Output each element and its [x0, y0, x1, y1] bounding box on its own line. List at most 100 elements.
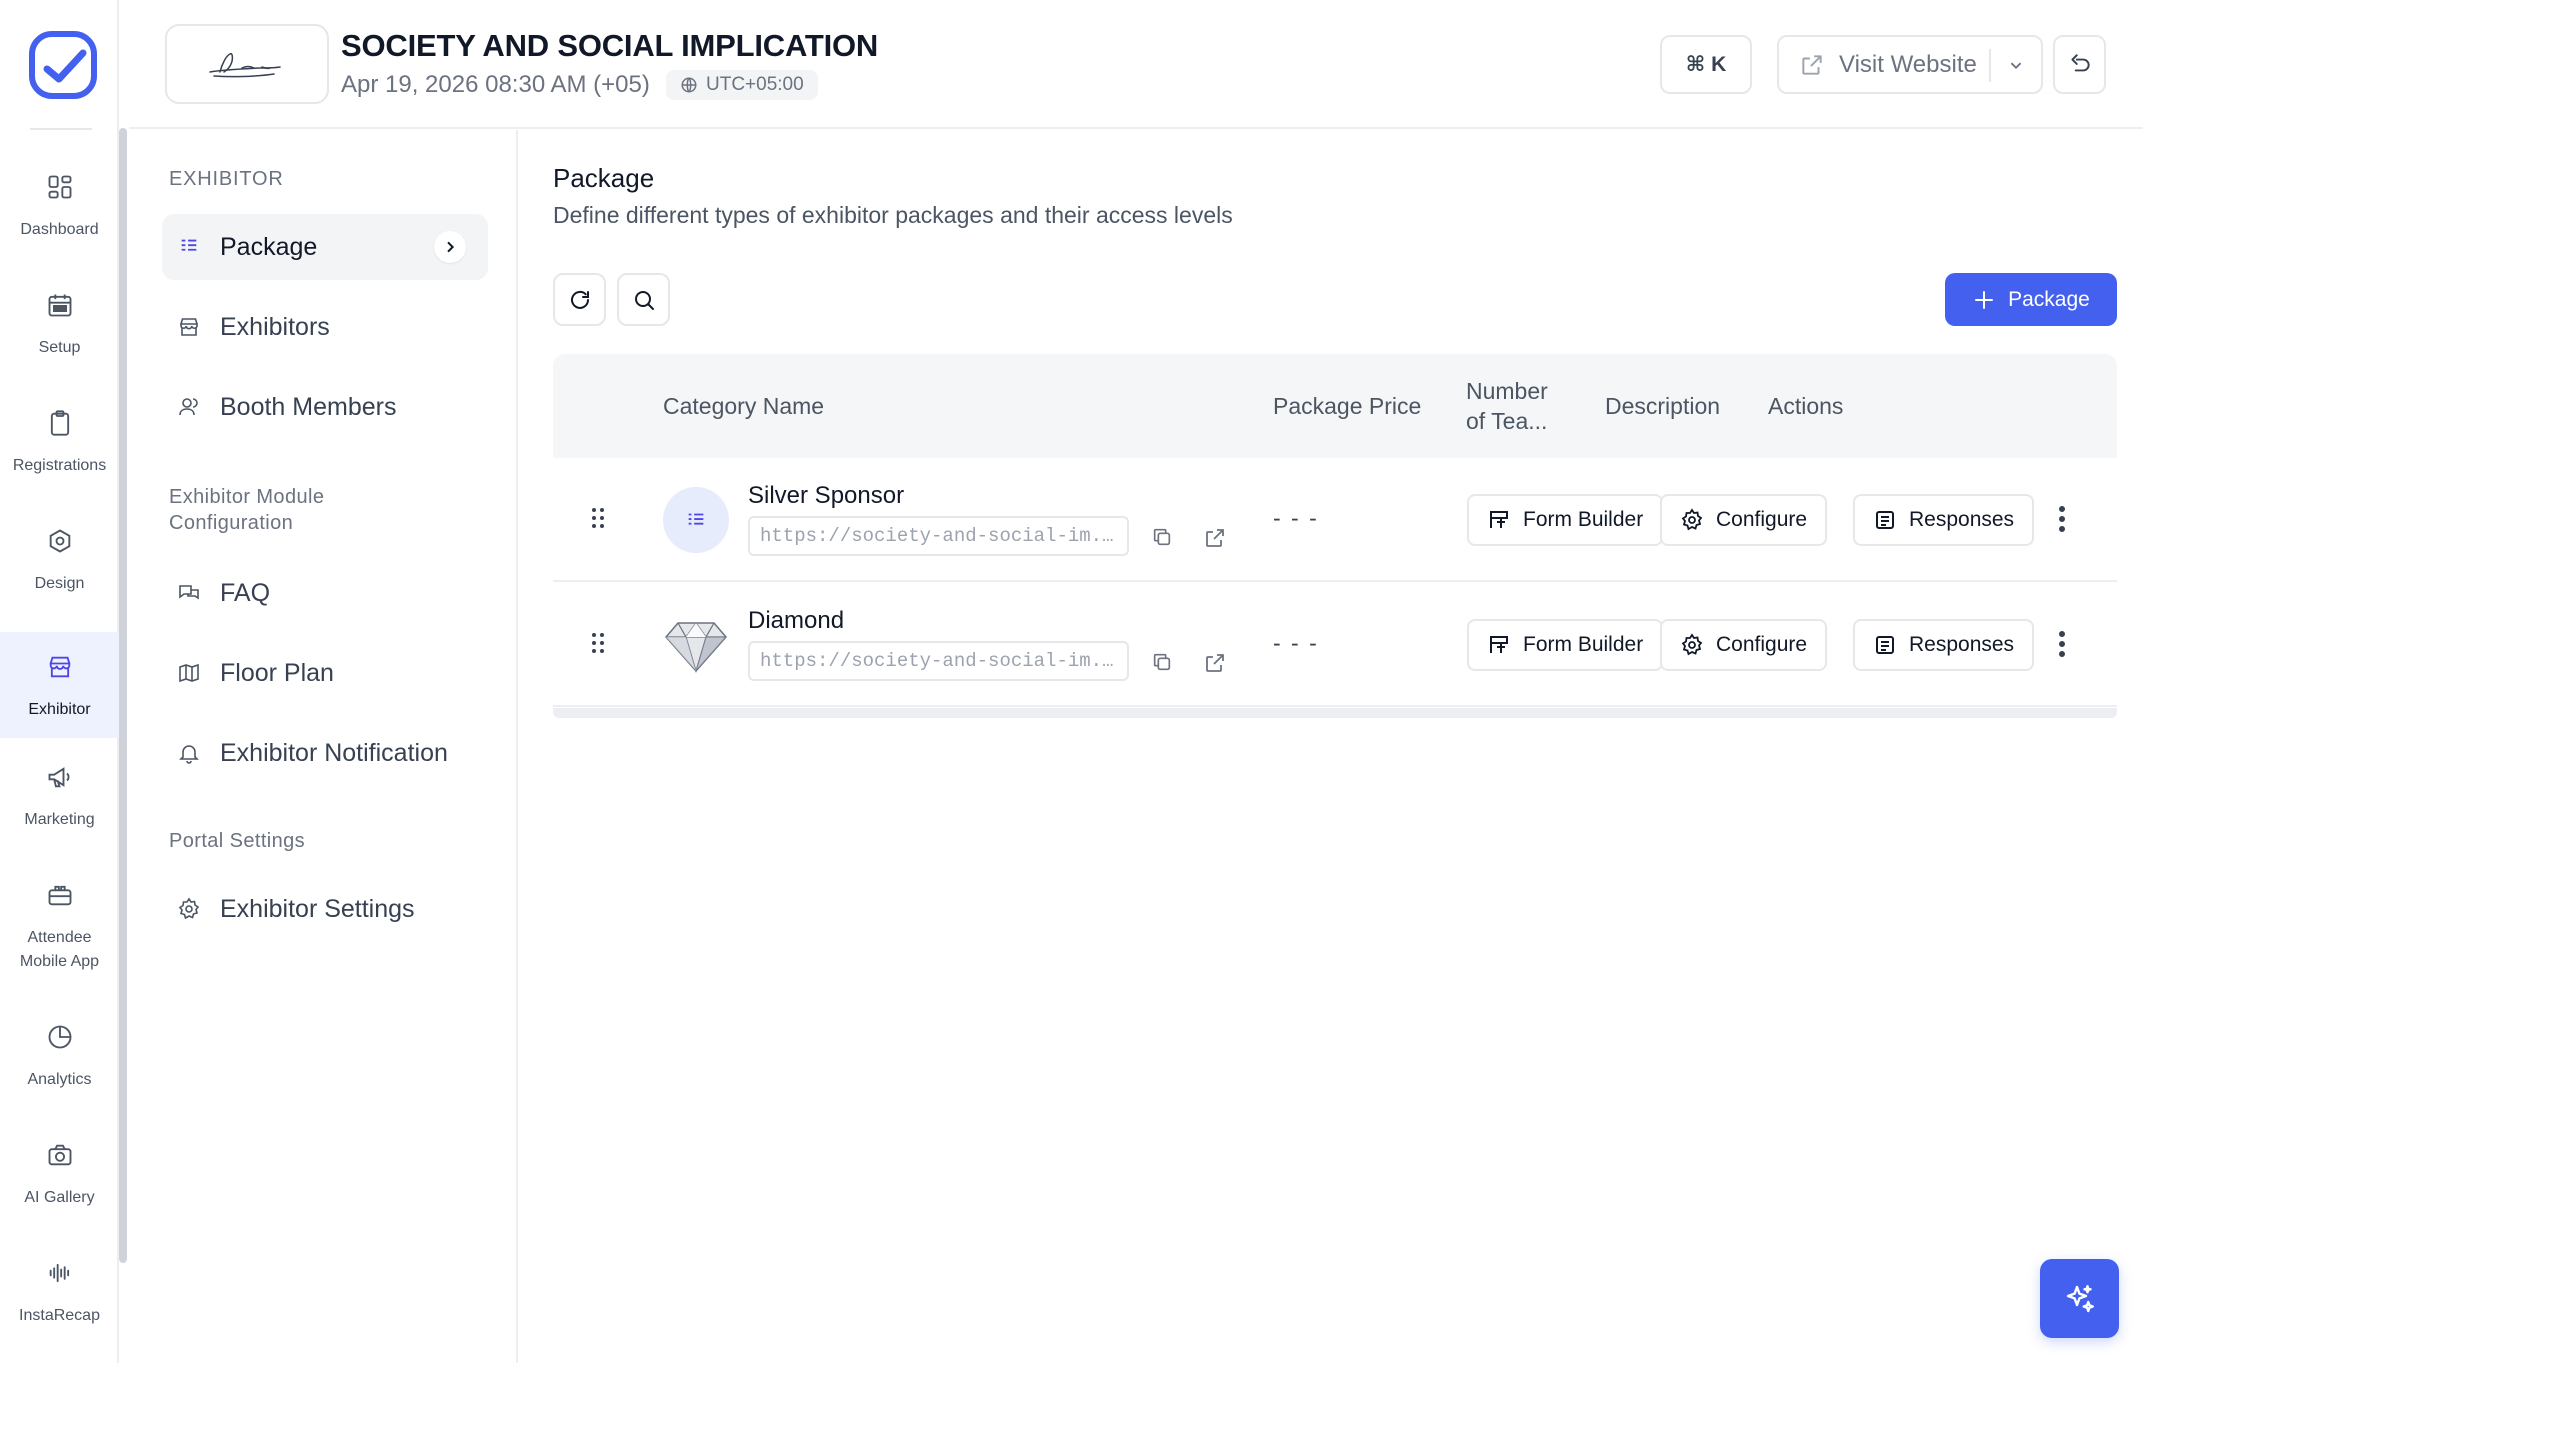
top-header: SOCIETY AND SOCIAL IMPLICATION Apr 19, 2…	[129, 0, 2143, 129]
rail-label: Setup	[38, 339, 81, 356]
package-price: - - -	[1273, 630, 1319, 656]
timezone-label: UTC+05:00	[706, 74, 804, 95]
list-icon	[174, 232, 204, 262]
subnav-item-exhibitors[interactable]: Exhibitors	[162, 294, 488, 360]
form-builder-label: Form Builder	[1523, 633, 1644, 656]
diamond-icon	[664, 617, 728, 673]
table-horizontal-scrollbar[interactable]	[553, 708, 2117, 718]
event-datetime: Apr 19, 2026 08:30 AM (+05)	[341, 71, 650, 98]
section-heading-exhibitor: EXHIBITOR	[169, 168, 284, 190]
rail-item-instarecap[interactable]: InstaRecap	[0, 1256, 119, 1328]
package-url-field[interactable]: https://society-and-social-im...	[748, 641, 1129, 681]
page-subtitle: Define different types of exhibitor pack…	[553, 202, 1233, 228]
rail-label: InstaRecap	[19, 1307, 100, 1324]
rail-item-ai-gallery[interactable]: AI Gallery	[0, 1138, 119, 1210]
copy-icon[interactable]	[1151, 651, 1173, 673]
app-logo[interactable]	[29, 31, 97, 99]
event-logo-thumbnail[interactable]	[165, 24, 329, 104]
subnav-label: Package	[220, 232, 318, 261]
header-description[interactable]: Description	[1605, 391, 1720, 421]
ai-assistant-button[interactable]	[2040, 1259, 2119, 1338]
rail-item-registrations[interactable]: Registrations	[0, 406, 119, 478]
subnav-label: FAQ	[220, 578, 271, 607]
subnav-item-exhibitor-settings[interactable]: Exhibitor Settings	[162, 876, 488, 942]
table-row: Diamond https://society-and-social-im...…	[553, 583, 2117, 707]
rail-item-marketing[interactable]: Marketing	[0, 760, 119, 832]
chevron-right-icon	[434, 231, 466, 263]
form-builder-button[interactable]: Form Builder	[1467, 494, 1664, 546]
form-builder-button[interactable]: Form Builder	[1467, 619, 1664, 671]
store-icon	[174, 312, 204, 342]
rail-item-analytics[interactable]: Analytics	[0, 1020, 119, 1092]
visit-website-label: Visit Website	[1839, 50, 1977, 78]
add-package-label: Package	[2008, 287, 2090, 311]
package-url-field[interactable]: https://society-and-social-im...	[748, 516, 1129, 556]
form-builder-icon	[1487, 508, 1511, 532]
refresh-button[interactable]	[553, 273, 606, 326]
responses-button[interactable]: Responses	[1853, 494, 2035, 546]
table-header: Category Name Package Price Number of Te…	[553, 354, 2117, 458]
subnav-label: Booth Members	[220, 392, 397, 421]
rail-label: Exhibitor	[28, 701, 91, 718]
rail-item-setup[interactable]: Setup	[0, 288, 119, 360]
chat-bubbles-icon	[174, 578, 204, 608]
users-icon	[174, 392, 204, 422]
rail-scrollbar[interactable]	[119, 128, 127, 1263]
shortcut-label: ⌘ K	[1685, 53, 1727, 76]
header-number-of-team-line2[interactable]: of Tea...	[1466, 406, 1547, 436]
drag-handle-icon[interactable]	[591, 631, 605, 655]
package-avatar	[663, 487, 729, 553]
gear-icon	[1680, 508, 1704, 532]
table-row: Silver Sponsor https://society-and-socia…	[553, 458, 2117, 582]
rail-item-dashboard[interactable]: Dashboard	[0, 170, 119, 242]
rail-item-exhibitor[interactable]: Exhibitor	[0, 632, 119, 738]
rail-item-design[interactable]: Design	[0, 524, 119, 596]
camera-icon	[43, 1138, 77, 1172]
subnav-item-floor-plan[interactable]: Floor Plan	[162, 640, 488, 706]
more-options-icon[interactable]	[2058, 504, 2066, 534]
mobile-app-icon	[43, 878, 77, 912]
visit-website-button[interactable]: Visit Website	[1777, 35, 2043, 94]
external-link-icon[interactable]	[1203, 651, 1227, 675]
package-avatar	[663, 612, 729, 678]
design-icon	[43, 524, 77, 558]
subnav-item-booth-members[interactable]: Booth Members	[162, 374, 488, 440]
responses-button[interactable]: Responses	[1853, 619, 2035, 671]
configure-button[interactable]: Configure	[1660, 494, 1828, 546]
document-icon	[1873, 508, 1897, 532]
rail-item-attendee-app[interactable]: Attendee Mobile App	[0, 878, 119, 974]
search-icon	[632, 288, 656, 312]
more-options-icon[interactable]	[2058, 629, 2066, 659]
bell-icon	[174, 738, 204, 768]
search-button[interactable]	[617, 273, 670, 326]
header-number-of-team-line1[interactable]: Number	[1466, 376, 1548, 406]
subnav-item-exhibitor-notification[interactable]: Exhibitor Notification	[162, 720, 488, 786]
header-package-price[interactable]: Package Price	[1273, 391, 1421, 421]
section-heading-module-config: Exhibitor Module Configuration	[169, 486, 325, 534]
page-title: Package	[553, 163, 655, 193]
undo-button[interactable]	[2053, 35, 2106, 94]
drag-handle-icon[interactable]	[591, 506, 605, 530]
subnav-item-faq[interactable]: FAQ	[162, 560, 488, 626]
copy-icon[interactable]	[1151, 526, 1173, 548]
command-palette-button[interactable]: ⌘ K	[1660, 35, 1752, 94]
gear-icon	[1680, 633, 1704, 657]
split-divider	[1989, 49, 1991, 82]
event-title: SOCIETY AND SOCIAL IMPLICATION	[341, 28, 879, 63]
rail-label: Registrations	[12, 457, 107, 474]
configure-button[interactable]: Configure	[1660, 619, 1828, 671]
undo-icon	[2067, 52, 2093, 78]
subnav-label: Exhibitors	[220, 312, 330, 341]
header-category-name[interactable]: Category Name	[663, 391, 824, 421]
rail-label: Design	[34, 575, 85, 592]
add-package-button[interactable]: Package	[1945, 273, 2117, 326]
soundwave-icon	[43, 1256, 77, 1290]
timezone-badge: UTC+05:00	[666, 70, 818, 100]
subnav-item-package[interactable]: Package	[162, 214, 488, 280]
external-link-icon[interactable]	[1203, 526, 1227, 550]
package-name: Diamond	[748, 607, 845, 634]
pie-chart-icon	[43, 1020, 77, 1054]
dashboard-icon	[43, 170, 77, 204]
chevron-down-icon[interactable]	[2005, 54, 2027, 76]
refresh-icon	[568, 288, 592, 312]
